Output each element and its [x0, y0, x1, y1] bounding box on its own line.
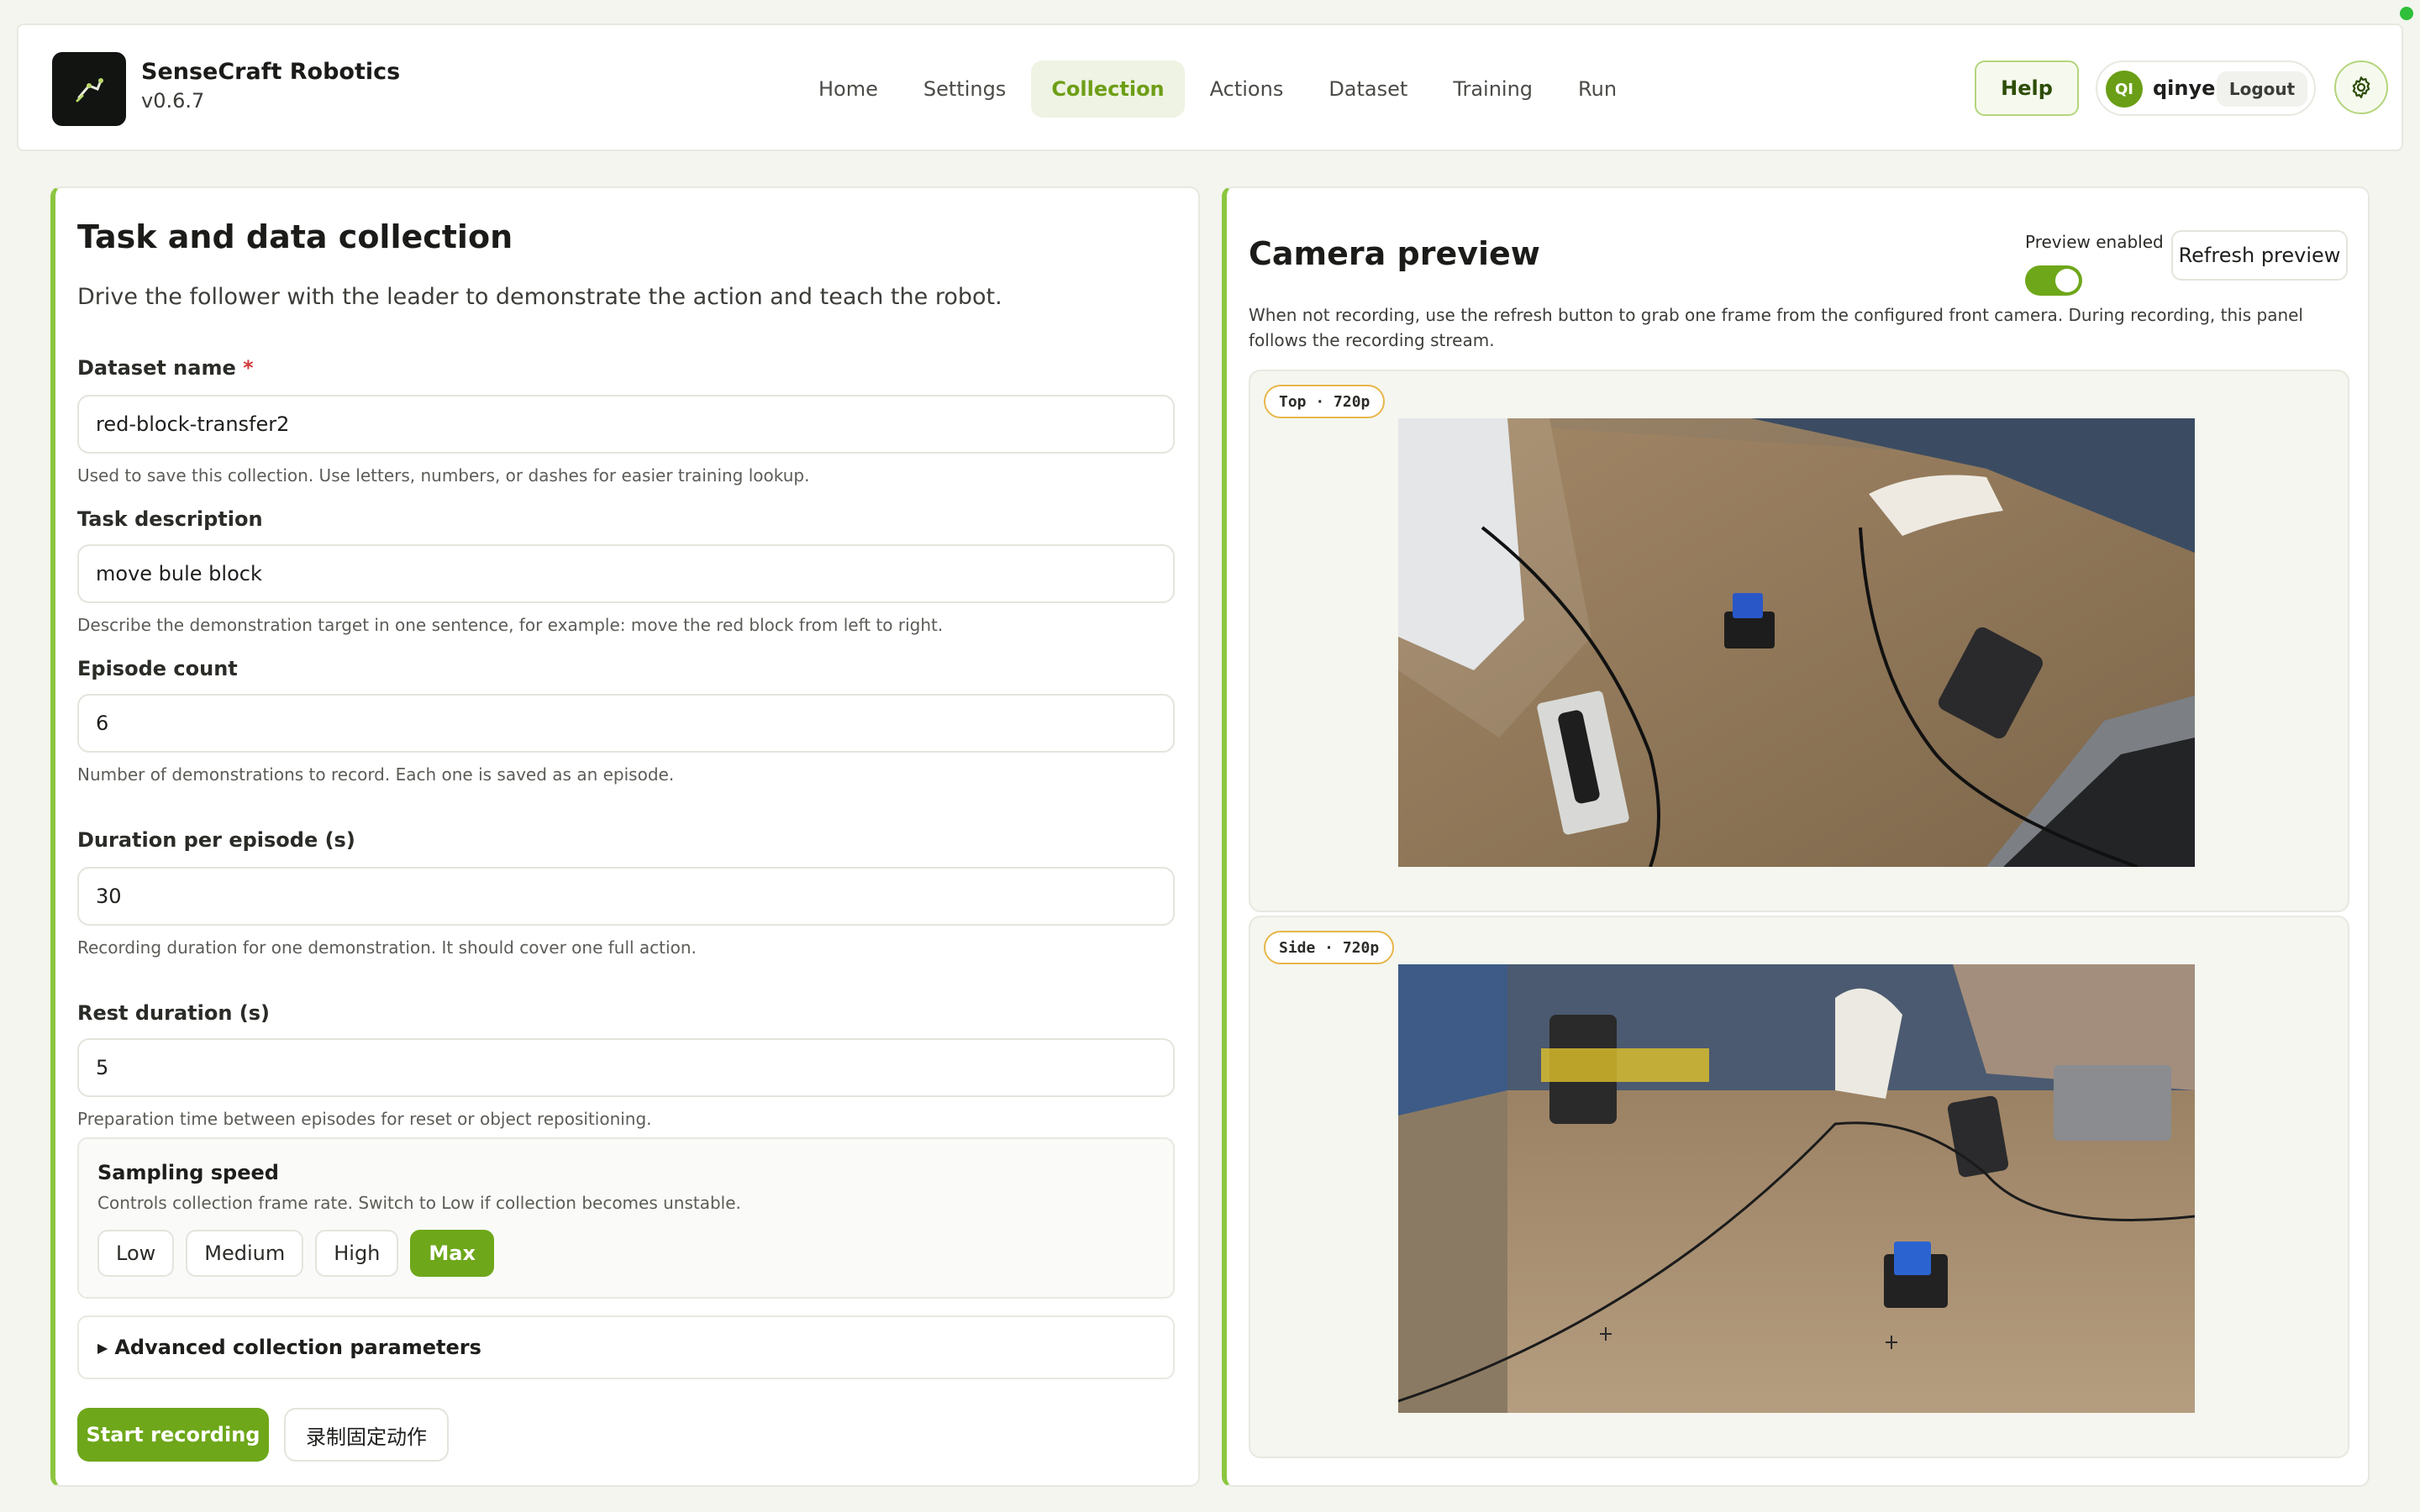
rest-duration-input[interactable]: 5 — [77, 1038, 1175, 1097]
sampling-speed-options: Low Medium High Max — [97, 1230, 494, 1277]
toggle-knob — [2055, 269, 2079, 292]
camera-badge-side: Side · 720p — [1264, 931, 1395, 964]
sampling-speed-title: Sampling speed — [97, 1161, 279, 1184]
nav-item-collection[interactable]: Collection — [1031, 60, 1185, 118]
main-nav: Home Settings Collection Actions Dataset… — [798, 60, 1637, 118]
rest-duration-label: Rest duration (s) — [77, 1001, 271, 1025]
advanced-params-label: Advanced collection parameters — [114, 1336, 481, 1359]
preview-enabled-toggle[interactable] — [2025, 265, 2082, 296]
app-name: SenseCraft Robotics — [141, 59, 401, 85]
advanced-params-toggle[interactable]: ▶ Advanced collection parameters — [77, 1315, 1175, 1379]
camera-card-top: Top · 720p — [1249, 370, 2349, 912]
episode-count-help: Number of demonstrations to record. Each… — [77, 764, 675, 785]
avatar: QI — [2106, 71, 2143, 108]
camera-preview-panel: Camera preview Preview enabled Refresh p… — [1222, 186, 2370, 1487]
app-version: v0.6.7 — [141, 89, 205, 113]
nav-item-home[interactable]: Home — [798, 60, 898, 118]
dataset-name-help: Used to save this collection. Use letter… — [77, 465, 810, 486]
connection-status-dot — [2400, 7, 2413, 20]
nav-item-settings[interactable]: Settings — [903, 60, 1026, 118]
sampling-speed-box: Sampling speed Controls collection frame… — [77, 1137, 1175, 1299]
duration-input[interactable]: 30 — [77, 867, 1175, 926]
episode-count-input[interactable]: 6 — [77, 694, 1175, 753]
gear-icon — [2352, 76, 2370, 98]
camera-badge-top: Top · 720p — [1264, 385, 1386, 418]
start-recording-button[interactable]: Start recording — [77, 1408, 269, 1462]
speed-low-button[interactable]: Low — [97, 1230, 175, 1277]
duration-help: Recording duration for one demonstration… — [77, 937, 697, 958]
help-button[interactable]: Help — [1975, 60, 2079, 116]
required-mark: * — [243, 356, 254, 380]
speed-medium-button[interactable]: Medium — [186, 1230, 304, 1277]
record-fixed-action-button[interactable]: 录制固定动作 — [284, 1408, 449, 1462]
settings-button[interactable] — [2334, 60, 2388, 114]
app-logo — [52, 52, 126, 126]
episode-count-label: Episode count — [77, 657, 238, 680]
refresh-preview-button[interactable]: Refresh preview — [2171, 230, 2348, 281]
preview-enabled-label: Preview enabled — [2025, 232, 2164, 252]
task-description-help: Describe the demonstration target in one… — [77, 615, 944, 635]
task-panel-subtitle: Drive the follower with the leader to de… — [77, 284, 1002, 310]
dataset-name-label: Dataset name * — [77, 356, 254, 380]
caret-right-icon: ▶ — [97, 1339, 108, 1356]
dataset-name-input[interactable]: red-block-transfer2 — [77, 395, 1175, 454]
nav-item-training[interactable]: Training — [1433, 60, 1553, 118]
camera-card-side: Side · 720p — [1249, 916, 2349, 1458]
camera-feed-side — [1398, 964, 2195, 1413]
task-collection-panel: Task and data collection Drive the follo… — [50, 186, 1200, 1487]
nav-item-actions[interactable]: Actions — [1190, 60, 1304, 118]
speed-max-button[interactable]: Max — [410, 1230, 494, 1277]
camera-feed-top-image — [1398, 418, 2195, 867]
rest-duration-help: Preparation time between episodes for re… — [77, 1109, 652, 1129]
camera-preview-desc: When not recording, use the refresh butt… — [1249, 305, 2303, 350]
camera-feed-top — [1398, 418, 2195, 867]
nav-item-run[interactable]: Run — [1558, 60, 1637, 118]
camera-preview-title: Camera preview — [1249, 235, 1540, 272]
task-description-label: Task description — [77, 507, 263, 531]
task-description-input[interactable]: move bule block — [77, 544, 1175, 603]
nav-item-dataset[interactable]: Dataset — [1308, 60, 1428, 118]
logout-button[interactable]: Logout — [2217, 71, 2307, 107]
camera-feed-side-image — [1398, 964, 2195, 1413]
user-name: qinye — [2153, 76, 2216, 100]
task-panel-title: Task and data collection — [77, 218, 513, 255]
speed-high-button[interactable]: High — [315, 1230, 399, 1277]
sampling-speed-desc: Controls collection frame rate. Switch t… — [97, 1193, 741, 1213]
top-header: SenseCraft Robotics v0.6.7 Home Settings… — [17, 24, 2403, 151]
user-chip: QI qinye Logout — [2096, 60, 2316, 116]
duration-label: Duration per episode (s) — [77, 828, 355, 852]
